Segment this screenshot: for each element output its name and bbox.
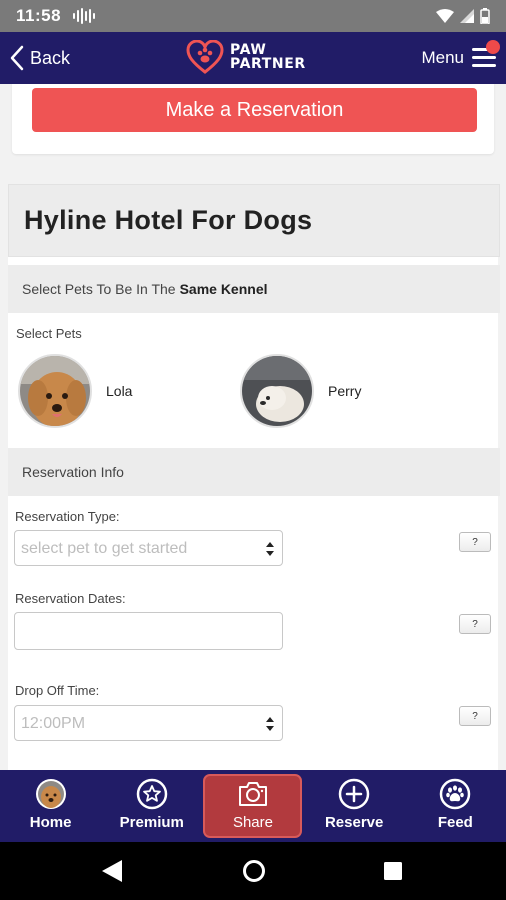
select-arrows-icon — [266, 717, 274, 731]
wifi-icon — [436, 9, 454, 23]
pet-name-perry: Perry — [328, 383, 362, 399]
main-content: Make a Reservation Hyline Hotel For Dogs… — [0, 84, 506, 770]
status-indicators — [436, 8, 490, 24]
nav-feed[interactable]: Feed — [405, 770, 506, 842]
hotel-title: Hyline Hotel For Dogs — [24, 205, 313, 235]
nav-reserve[interactable]: Reserve — [304, 770, 405, 842]
kennel-section-prefix: Select Pets To Be In The — [22, 281, 176, 297]
menu-button[interactable]: Menu — [421, 32, 500, 84]
system-home-icon[interactable] — [242, 859, 266, 883]
nav-feed-label: Feed — [437, 814, 473, 831]
drop-off-time-label: Drop Off Time: — [15, 683, 100, 698]
nav-share[interactable]: Share — [202, 770, 303, 842]
select-pets-label: Select Pets — [16, 326, 82, 341]
reservation-type-value: select pet to get started — [21, 540, 188, 557]
pet-avatar-perry — [240, 354, 314, 428]
pet-option-lola[interactable]: Lola — [18, 354, 132, 428]
paw-partner-logo: PAW PARTNER — [186, 40, 306, 74]
pet-avatar-lola — [18, 354, 92, 428]
status-bar: 11:58 — [0, 0, 506, 32]
android-navigation-bar — [0, 842, 506, 900]
reservation-dates-input[interactable] — [14, 612, 283, 650]
nav-share-label: Share — [232, 814, 273, 831]
nav-home[interactable]: Home — [0, 770, 101, 842]
reservation-type-label: Reservation Type: — [15, 509, 120, 524]
voice-activity-icon — [73, 8, 96, 24]
battery-icon — [480, 8, 490, 24]
logo-text: PAW PARTNER — [230, 42, 306, 72]
star-icon — [136, 778, 168, 810]
pet-name-lola: Lola — [106, 383, 133, 399]
status-time: 11:58 — [16, 6, 62, 25]
drop-off-time-help-button[interactable]: ? — [459, 706, 491, 726]
paw-icon — [439, 778, 471, 810]
home-avatar-icon — [35, 778, 67, 810]
pet-option-perry[interactable]: Perry — [240, 354, 361, 428]
reservation-info-heading: Reservation Info — [22, 464, 124, 480]
hamburger-icon — [472, 40, 500, 68]
paw-heart-logo-icon — [186, 40, 224, 74]
kennel-section-header: Select Pets To Be In The Same Kennel — [8, 265, 500, 313]
hotel-title-box: Hyline Hotel For Dogs — [8, 184, 500, 257]
menu-label: Menu — [421, 48, 464, 67]
nav-reserve-label: Reserve — [324, 814, 384, 831]
system-back-icon[interactable] — [102, 860, 122, 882]
reservation-dates-help-button[interactable]: ? — [459, 614, 491, 634]
reservation-type-help-button[interactable]: ? — [459, 532, 491, 552]
select-arrows-icon — [266, 542, 274, 556]
back-label: Back — [30, 47, 71, 68]
kennel-section-bold: Same Kennel — [179, 281, 268, 297]
camera-icon — [237, 778, 269, 810]
chevron-left-icon — [10, 45, 24, 71]
reservation-panel: Hyline Hotel For Dogs Select Pets To Be … — [8, 184, 500, 770]
plus-circle-icon — [338, 778, 370, 810]
bottom-nav: Home Premium Share Reserve Feed — [0, 770, 506, 842]
nav-premium-label: Premium — [119, 814, 184, 831]
back-button[interactable]: Back — [0, 32, 70, 84]
nav-home-label: Home — [29, 814, 72, 831]
nav-premium[interactable]: Premium — [101, 770, 202, 842]
notification-dot — [486, 40, 500, 54]
drop-off-time-value: 12:00PM — [21, 715, 86, 732]
make-reservation-button[interactable]: Make a Reservation — [32, 88, 477, 132]
drop-off-time-select[interactable]: 12:00PM — [14, 705, 283, 741]
reservation-info-header: Reservation Info — [8, 448, 500, 496]
reservation-dates-label: Reservation Dates: — [15, 591, 126, 606]
signal-icon — [460, 9, 474, 23]
reservation-type-select[interactable]: select pet to get started — [14, 530, 283, 566]
system-recents-icon[interactable] — [384, 862, 402, 880]
reservation-card: Make a Reservation — [12, 84, 494, 154]
app-header: Back PAW PARTNER Menu — [0, 32, 506, 84]
